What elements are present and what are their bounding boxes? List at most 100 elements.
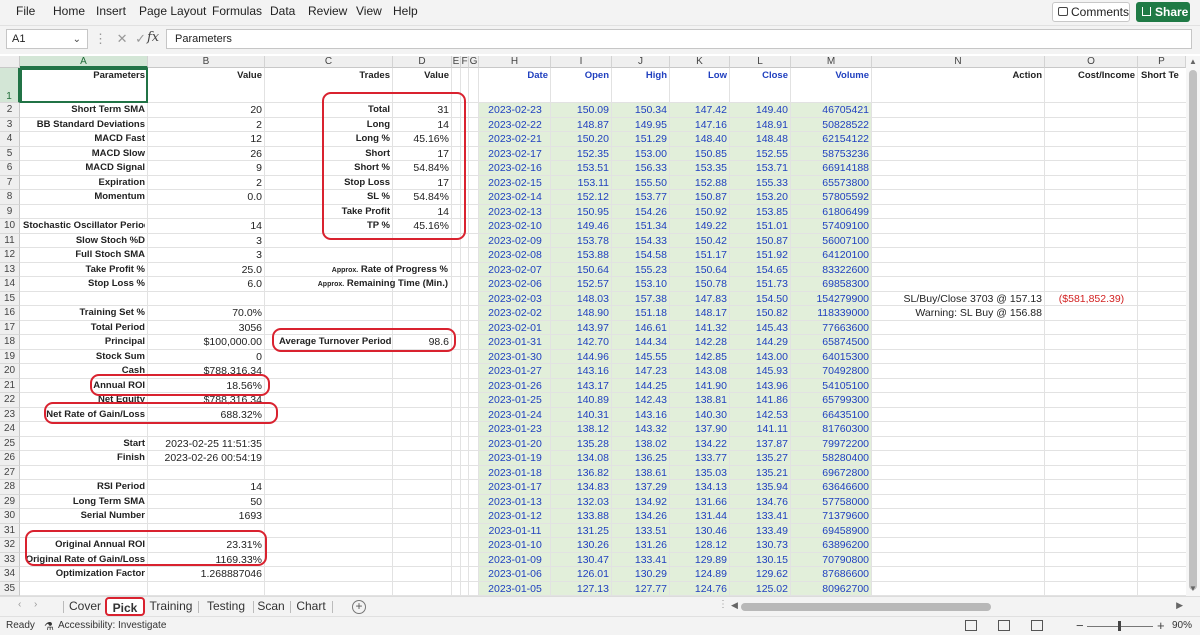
next-sheet-icon[interactable]: › [34,599,37,610]
row-header-26[interactable]: 26 [0,451,20,466]
price-value-cell[interactable]: 130.73 [733,538,788,552]
price-value-cell[interactable]: 154.50 [733,292,788,306]
menu-formulas[interactable]: Formulas [212,0,262,24]
param-value[interactable]: 2 [151,176,262,190]
header-cell-h[interactable]: Date [482,69,548,83]
price-value-cell[interactable]: 145.43 [733,321,788,335]
price-value-cell[interactable]: 142.43 [615,393,667,407]
price-value-cell[interactable]: 143.32 [615,422,667,436]
menu-insert[interactable]: Insert [96,0,126,24]
row-header-34[interactable]: 34 [0,567,20,582]
param-label[interactable]: Stochastic Oscillator Period [23,219,145,233]
price-date-cell[interactable]: 2023-02-23 [482,103,548,117]
price-date-cell[interactable]: 2023-02-08 [482,248,548,262]
param-value[interactable]: 2 [151,118,262,132]
price-value-cell[interactable]: 134.92 [615,495,667,509]
price-value-cell[interactable]: 151.29 [615,132,667,146]
price-value-cell[interactable]: 70790800 [794,553,869,567]
param-value[interactable]: 3056 [151,321,262,335]
price-value-cell[interactable]: 143.96 [733,379,788,393]
price-date-cell[interactable]: 2023-01-26 [482,379,548,393]
price-value-cell[interactable]: 127.13 [554,582,609,596]
price-value-cell[interactable]: 150.87 [673,190,727,204]
price-value-cell[interactable]: 152.12 [554,190,609,204]
price-value-cell[interactable]: 136.82 [554,466,609,480]
column-header-p[interactable]: P [1138,56,1186,68]
price-date-cell[interactable]: 2023-02-03 [482,292,548,306]
param-value[interactable]: 2023-02-26 00:54:19 [151,451,263,465]
param-value[interactable]: 14 [151,219,262,233]
column-header-n[interactable]: N [872,56,1045,68]
price-value-cell[interactable]: 66914188 [794,161,869,175]
param-value[interactable]: 26 [151,147,262,161]
price-date-cell[interactable]: 2023-01-30 [482,350,548,364]
row-header-11[interactable]: 11 [0,233,20,248]
scroll-left-icon[interactable]: ◀ [731,600,738,611]
price-value-cell[interactable]: 141.86 [733,393,788,407]
price-value-cell[interactable]: 131.66 [673,495,727,509]
price-value-cell[interactable]: 137.90 [673,422,727,436]
param-label[interactable]: Finish [23,451,145,465]
price-value-cell[interactable]: 133.41 [615,553,667,567]
price-date-cell[interactable]: 2023-02-01 [482,321,548,335]
param-label[interactable]: Serial Number [23,509,145,523]
param-value[interactable]: 50 [151,495,262,509]
price-value-cell[interactable]: 77663600 [794,321,869,335]
scroll-down-icon[interactable]: ▼ [1189,584,1197,593]
price-value-cell[interactable]: 150.34 [615,103,667,117]
price-value-cell[interactable]: 144.34 [615,335,667,349]
price-value-cell[interactable]: 146.61 [615,321,667,335]
price-date-cell[interactable]: 2023-01-23 [482,422,548,436]
price-value-cell[interactable]: 50828522 [794,118,869,132]
price-value-cell[interactable]: 152.55 [733,147,788,161]
price-value-cell[interactable]: 135.21 [733,466,788,480]
header-cell-c[interactable]: Trades [268,69,390,83]
price-date-cell[interactable]: 2023-01-10 [482,538,548,552]
zoom-slider-thumb[interactable] [1118,621,1121,631]
sheet-tab-cover[interactable]: Cover [66,597,104,616]
price-value-cell[interactable]: 143.08 [673,364,727,378]
price-value-cell[interactable]: 153.00 [615,147,667,161]
vertical-scrollbar[interactable]: ▲ ▼ [1186,56,1200,596]
price-date-cell[interactable]: 2023-02-14 [482,190,548,204]
price-value-cell[interactable]: 136.25 [615,451,667,465]
select-all-corner[interactable] [0,56,20,68]
header-cell-l[interactable]: Close [733,69,788,83]
price-value-cell[interactable]: 57805592 [794,190,869,204]
price-value-cell[interactable]: 131.26 [615,538,667,552]
row-header-7[interactable]: 7 [0,175,20,190]
share-button[interactable]: Share [1136,2,1190,22]
price-value-cell[interactable]: 58280400 [794,451,869,465]
price-value-cell[interactable]: 142.53 [733,408,788,422]
price-value-cell[interactable]: 65573800 [794,176,869,190]
row-header-33[interactable]: 33 [0,552,20,567]
menu-data[interactable]: Data [270,0,295,24]
price-value-cell[interactable]: 133.77 [673,451,727,465]
price-date-cell[interactable]: 2023-01-06 [482,567,548,581]
sheet-tab-chart[interactable]: Chart [294,597,328,616]
price-value-cell[interactable]: 148.48 [733,132,788,146]
price-value-cell[interactable]: 150.95 [554,205,609,219]
price-value-cell[interactable]: 151.18 [615,306,667,320]
price-value-cell[interactable]: 155.33 [733,176,788,190]
row-header-32[interactable]: 32 [0,538,20,553]
price-value-cell[interactable]: 150.64 [673,263,727,277]
price-value-cell[interactable]: 149.95 [615,118,667,132]
row-header-27[interactable]: 27 [0,465,20,480]
row-header-21[interactable]: 21 [0,378,20,393]
price-date-cell[interactable]: 2023-01-18 [482,466,548,480]
column-header-i[interactable]: I [551,56,612,68]
price-value-cell[interactable]: 155.50 [615,176,667,190]
menu-review[interactable]: Review [308,0,347,24]
price-date-cell[interactable]: 2023-01-13 [482,495,548,509]
menu-help[interactable]: Help [393,0,418,24]
price-value-cell[interactable]: 153.78 [554,234,609,248]
price-value-cell[interactable]: 128.12 [673,538,727,552]
param-label[interactable]: Training Set % [23,306,145,320]
price-value-cell[interactable]: 129.62 [733,567,788,581]
price-value-cell[interactable]: 152.57 [554,277,609,291]
menu-home[interactable]: Home [53,0,85,24]
header-cell-n[interactable]: Action [875,69,1042,83]
price-value-cell[interactable]: 151.73 [733,277,788,291]
price-value-cell[interactable]: 152.88 [673,176,727,190]
